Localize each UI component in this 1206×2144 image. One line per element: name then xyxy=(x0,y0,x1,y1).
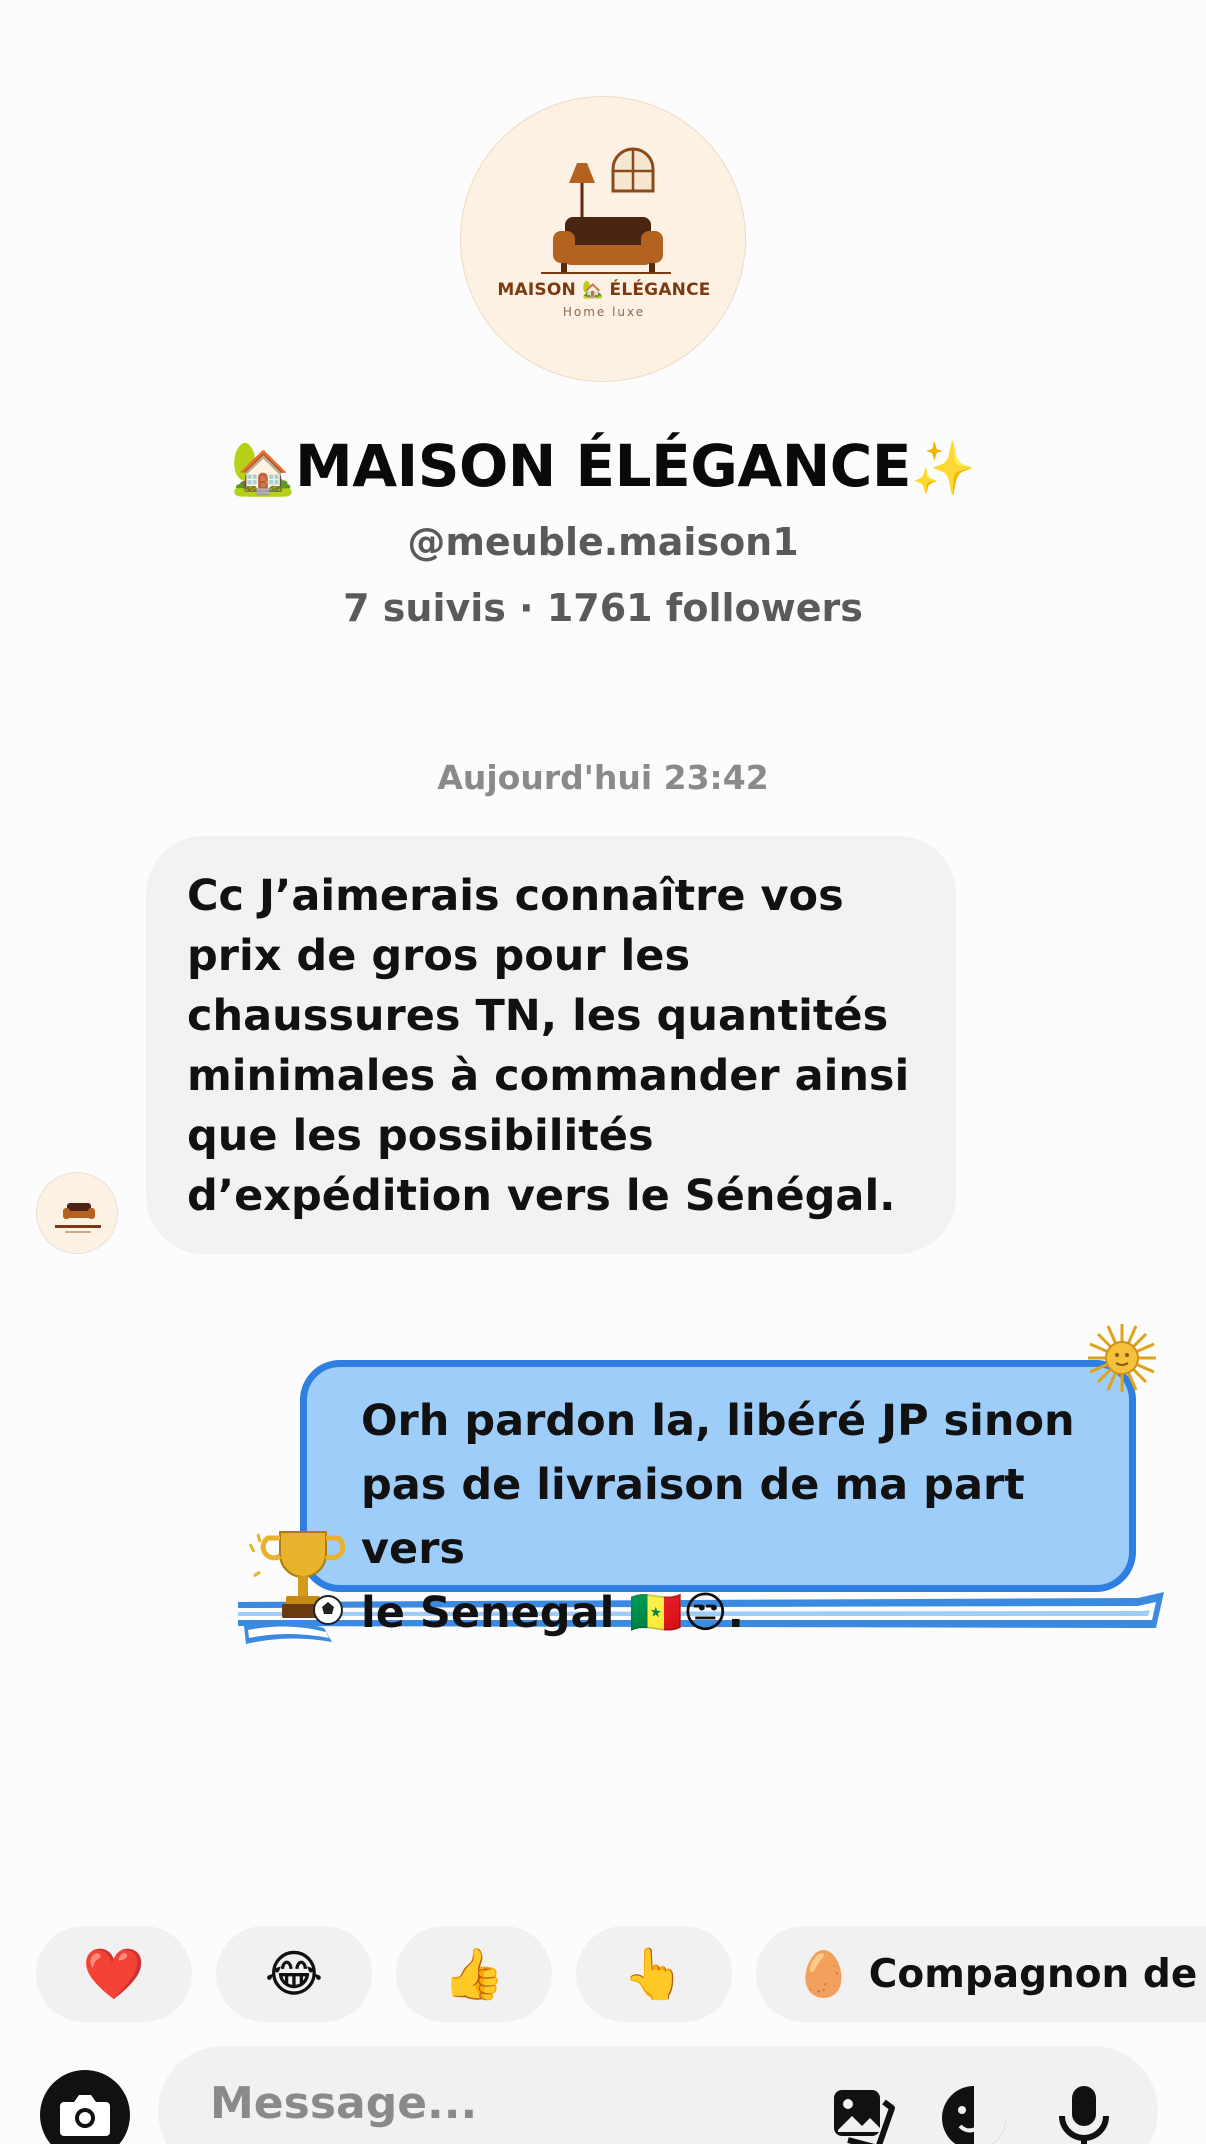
profile-name: 🏡MAISON ÉLÉGANCE✨ xyxy=(0,432,1206,500)
companion-chip[interactable]: 🥚 Compagnon de C xyxy=(756,1926,1206,2022)
sofa-logo-icon xyxy=(541,147,671,274)
reaction-thumbs-up-button[interactable]: 👍 xyxy=(396,1926,552,2022)
microphone-icon[interactable] xyxy=(1048,2082,1120,2144)
outgoing-message-line-1: Orh pardon la, libéré JP sinon xyxy=(361,1396,1075,1446)
logo-brand-text: MAISON 🏡 ÉLÉGANCE xyxy=(497,280,711,300)
companion-label: Compagnon de C xyxy=(868,1951,1206,1997)
sofa-logo-icon xyxy=(55,1203,101,1233)
reaction-heart-button[interactable]: ❤️ xyxy=(36,1926,192,2022)
reaction-point-up-button[interactable]: 👆 xyxy=(576,1926,732,2022)
incoming-message-bubble[interactable]: Cc J’aimerais connaître vos prix de gros… xyxy=(146,836,956,1254)
profile-stats: 7 suivis · 1761 followers xyxy=(343,586,863,630)
outgoing-message-line-2: pas de livraison de ma part vers xyxy=(361,1460,1025,1574)
camera-icon xyxy=(60,2095,110,2136)
message-input[interactable] xyxy=(210,2076,770,2130)
trophy-football-icon xyxy=(244,1531,346,1644)
thumbs-up-icon: 👍 xyxy=(442,1945,506,2002)
laughing-icon: 😂 xyxy=(264,1946,324,2002)
camera-button[interactable] xyxy=(40,2070,130,2144)
house-emoji: 🏡 xyxy=(230,439,296,499)
quick-reactions-bar: ❤️ 😂 👍 👆 🥚 Compagnon de C xyxy=(0,1926,1206,2022)
message-timestamp: Aujourd'hui 23:42 xyxy=(437,758,769,797)
sticker-icon[interactable] xyxy=(938,2082,1010,2144)
profile-name-text: MAISON ÉLÉGANCE xyxy=(295,432,911,500)
outgoing-message-bubble[interactable]: Orh pardon la, libéré JP sinon pas de li… xyxy=(300,1360,1136,1638)
gallery-icon[interactable] xyxy=(826,2082,898,2144)
profile-avatar[interactable]: MAISON 🏡 ÉLÉGANCE Home luxe xyxy=(460,96,746,382)
egg-icon: 🥚 xyxy=(796,1949,851,2000)
incoming-message-text: Cc J’aimerais connaître vos prix de gros… xyxy=(187,871,910,1221)
heart-icon: ❤️ xyxy=(82,1945,146,2002)
message-composer xyxy=(158,2046,1158,2144)
sender-avatar[interactable] xyxy=(36,1172,118,1254)
sun-of-may-icon xyxy=(1088,1324,1156,1392)
profile-handle: @meuble.maison1 xyxy=(407,520,799,564)
sparkles-emoji: ✨ xyxy=(910,439,976,499)
logo-tagline: Home luxe xyxy=(562,305,646,319)
reaction-laugh-button[interactable]: 😂 xyxy=(216,1926,372,2022)
outgoing-message-line-3: le Senegal 🇸🇳😒. xyxy=(361,1588,744,1638)
point-up-icon: 👆 xyxy=(622,1945,686,2002)
